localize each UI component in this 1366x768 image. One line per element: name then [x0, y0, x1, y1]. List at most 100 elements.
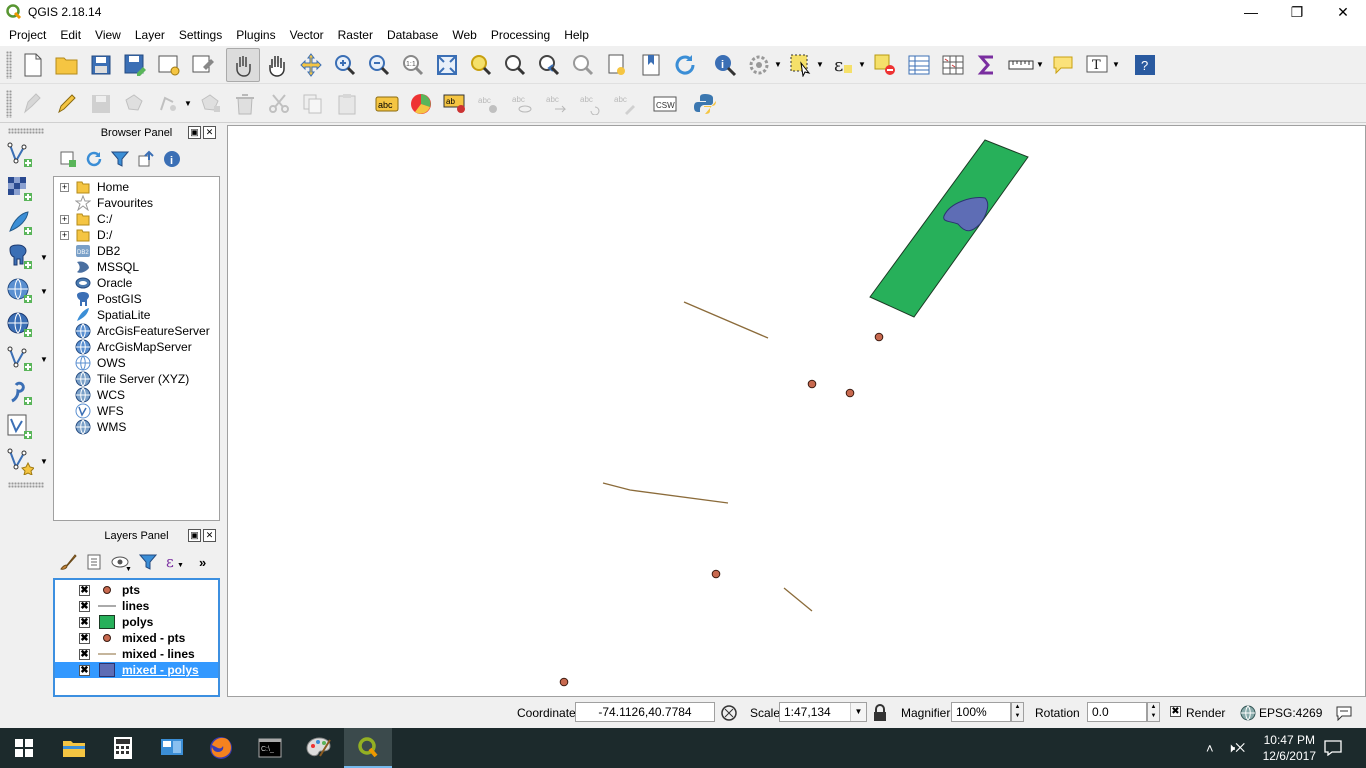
open-project-button[interactable]	[50, 48, 84, 82]
float-panel-button[interactable]: ▣	[188, 529, 201, 542]
layer-row-pts[interactable]: ✖ pts	[55, 582, 218, 598]
browser-item-oracle[interactable]: Oracle	[54, 275, 132, 291]
add-wcs-layer-button[interactable]	[0, 308, 48, 342]
browser-item-tile-server-xyz[interactable]: Tile Server (XYZ)	[54, 371, 189, 387]
menu-processing[interactable]: Processing	[484, 24, 557, 46]
add-vector-layer-button[interactable]	[0, 138, 48, 172]
add-virtual-layer-button[interactable]	[0, 410, 48, 444]
layer-visibility-checkbox[interactable]: ✖	[79, 648, 90, 660]
point-feature[interactable]	[874, 332, 884, 342]
line-feature[interactable]	[602, 482, 729, 504]
show-bookmarks-button[interactable]	[634, 48, 668, 82]
add-raster-layer-button[interactable]	[0, 172, 48, 206]
command-prompt-button[interactable]: C:\_	[246, 728, 294, 768]
zoom-in-button[interactable]	[328, 48, 362, 82]
cut-features-button[interactable]	[262, 87, 296, 121]
expand-toggle-icon[interactable]: +	[60, 182, 69, 192]
delete-selected-button[interactable]	[228, 87, 262, 121]
menu-project[interactable]: Project	[2, 24, 53, 46]
browser-item-spatialite[interactable]: SpatiaLite	[54, 307, 150, 323]
layer-row-mixed-polys[interactable]: ✖ mixed - polys	[55, 662, 218, 678]
move-label-button[interactable]: abc	[540, 87, 574, 121]
layer-visibility-checkbox[interactable]: ✖	[79, 632, 90, 644]
highlight-pinned-labels-button[interactable]: abc	[472, 87, 506, 121]
pan-to-selection-button[interactable]	[294, 48, 328, 82]
current-edits-button[interactable]	[16, 87, 50, 121]
change-label-button[interactable]: abc	[608, 87, 642, 121]
move-feature-button[interactable]	[152, 87, 186, 121]
zoom-to-layer-button[interactable]	[498, 48, 532, 82]
browser-item-home[interactable]: + Home	[54, 179, 129, 195]
save-project-button[interactable]	[84, 48, 118, 82]
layer-visibility-checkbox[interactable]: ✖	[79, 584, 90, 596]
toggle-editing-button[interactable]	[50, 87, 84, 121]
python-console-button[interactable]	[688, 87, 722, 121]
new-project-button[interactable]	[16, 48, 50, 82]
toolbar-grip[interactable]	[6, 50, 12, 79]
line-feature[interactable]	[683, 301, 769, 339]
collapse-all-icon[interactable]	[137, 150, 155, 168]
messages-icon[interactable]	[1335, 705, 1353, 721]
close-panel-button[interactable]: ✕	[203, 126, 216, 139]
new-map-view-button[interactable]	[600, 48, 634, 82]
menu-edit[interactable]: Edit	[53, 24, 88, 46]
composer-manager-button[interactable]	[186, 48, 220, 82]
browser-item-wcs[interactable]: WCS	[54, 387, 125, 403]
show-hidden-icons-chevron-icon[interactable]: ˄	[1206, 728, 1214, 768]
float-panel-button[interactable]: ▣	[188, 126, 201, 139]
close-button[interactable]: ✕	[1320, 0, 1366, 24]
point-feature[interactable]	[711, 569, 721, 579]
layer-row-polys[interactable]: ✖ polys	[55, 614, 218, 630]
run-feature-action-button[interactable]	[742, 48, 776, 82]
toolbar-grip[interactable]	[6, 89, 12, 118]
point-feature[interactable]	[845, 388, 855, 398]
info-icon[interactable]: i	[163, 150, 181, 168]
browser-item-ows[interactable]: OWS	[54, 355, 126, 371]
zoom-out-button[interactable]	[362, 48, 396, 82]
layer-visibility-checkbox[interactable]: ✖	[79, 600, 90, 612]
browser-item-mssql[interactable]: MSSQL	[54, 259, 139, 275]
manage-visibility-eye-icon[interactable]: ▼	[111, 553, 131, 571]
polygon-feature[interactable]	[869, 139, 1029, 318]
magnifier-spinner[interactable]: ▲ ▼	[1011, 702, 1024, 722]
expand-toggle-icon[interactable]: +	[60, 214, 69, 224]
rotation-spinner[interactable]: ▲ ▼	[1147, 702, 1160, 722]
show-hide-labels-button[interactable]: abc	[506, 87, 540, 121]
rotate-label-button[interactable]: abc	[574, 87, 608, 121]
wfs-dropdown[interactable]: ▼	[40, 355, 48, 364]
identify-features-button[interactable]: i	[708, 48, 742, 82]
layer-visibility-checkbox[interactable]: ✖	[79, 664, 90, 676]
select-by-expression-button[interactable]: ε	[826, 48, 860, 82]
firefox-button[interactable]	[197, 728, 245, 768]
save-as-button[interactable]	[118, 48, 152, 82]
toolbar-grip[interactable]	[8, 128, 44, 134]
style-brush-icon[interactable]	[59, 553, 77, 571]
menu-plugins[interactable]: Plugins	[229, 24, 282, 46]
add-wfs-layer-button[interactable]: ▼	[0, 342, 48, 376]
browser-item-wfs[interactable]: WFS	[54, 403, 124, 419]
browser-item-d[interactable]: + D:/	[54, 227, 112, 243]
toolbar-grip[interactable]	[8, 482, 44, 488]
file-explorer-button[interactable]	[50, 728, 98, 768]
system-clock[interactable]: 10:47 PM 12/6/2017	[1263, 732, 1316, 764]
new-shapefile-layer-button[interactable]: ▼	[0, 444, 48, 478]
touch-zoom-pan-button[interactable]	[226, 47, 260, 82]
node-tool-button[interactable]	[194, 87, 228, 121]
menu-layer[interactable]: Layer	[128, 24, 172, 46]
browser-item-favourites[interactable]: Favourites	[54, 195, 153, 211]
help-button[interactable]: ?	[1128, 48, 1162, 82]
layer-row-mixed-pts[interactable]: ✖ mixed - pts	[55, 630, 218, 646]
deselect-all-button[interactable]	[868, 48, 902, 82]
layer-diagram-button[interactable]	[404, 87, 438, 121]
render-checkbox[interactable]: ✖	[1170, 706, 1181, 717]
zoom-native-button[interactable]: 1:1	[396, 48, 430, 82]
measure-line-button[interactable]	[1004, 48, 1038, 82]
pin-labels-button[interactable]: ab	[438, 87, 472, 121]
scale-dropdown-arrow[interactable]: ▼	[850, 703, 866, 721]
zoom-last-button[interactable]	[532, 48, 566, 82]
pan-map-button[interactable]	[260, 48, 294, 82]
action-center-icon[interactable]	[1324, 728, 1342, 768]
menu-vector[interactable]: Vector	[283, 24, 331, 46]
coordinate-field[interactable]: -74.1126,40.7784	[575, 702, 715, 722]
layer-labeling-button[interactable]: abc	[370, 87, 404, 121]
